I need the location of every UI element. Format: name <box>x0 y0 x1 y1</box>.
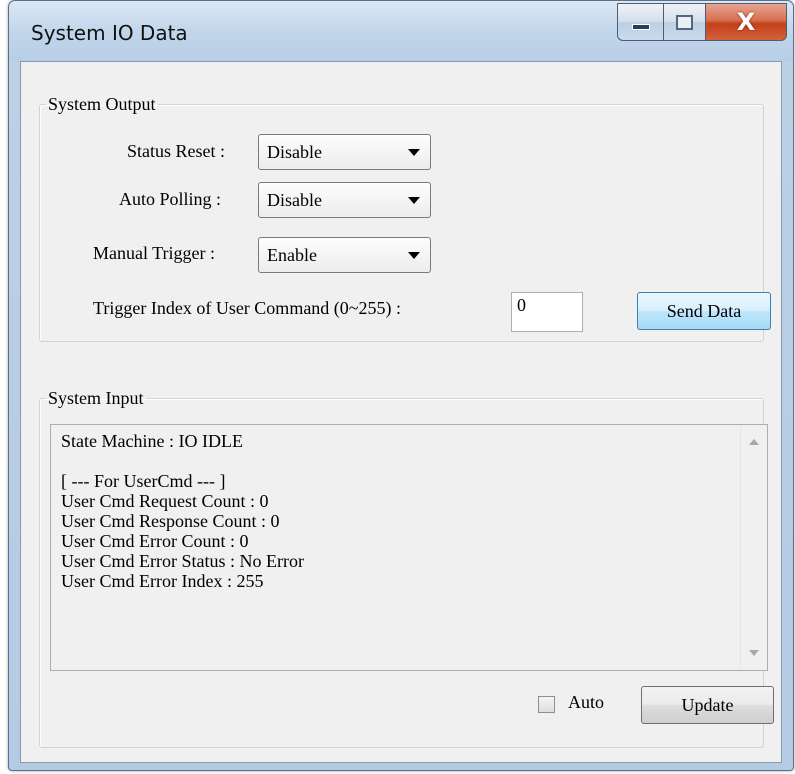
close-button[interactable]: X <box>705 3 787 41</box>
update-button[interactable]: Update <box>641 686 774 724</box>
window-title: System IO Data <box>31 21 188 45</box>
system-input-legend: System Input <box>48 388 144 408</box>
auto-polling-label: Auto Polling : <box>119 189 222 209</box>
dropdown-arrow-icon <box>408 197 420 204</box>
close-icon: X <box>736 8 756 36</box>
vertical-scrollbar[interactable] <box>740 425 767 670</box>
dropdown-arrow-icon <box>408 149 420 156</box>
scroll-down-icon[interactable] <box>749 650 759 656</box>
maximize-button[interactable] <box>663 3 705 41</box>
dropdown-arrow-icon <box>408 252 420 259</box>
auto-polling-value: Disable <box>267 190 322 210</box>
maximize-icon <box>676 14 693 30</box>
minimize-button[interactable] <box>617 3 663 41</box>
manual-trigger-label: Manual Trigger : <box>93 243 216 263</box>
scroll-up-icon[interactable] <box>749 439 759 445</box>
status-reset-value: Disable <box>267 142 322 162</box>
system-io-data-window: System IO Data X System Output Status Re… <box>8 0 794 771</box>
manual-trigger-value: Enable <box>267 245 317 265</box>
status-reset-dropdown[interactable]: Disable <box>258 134 431 170</box>
system-input-text: State Machine : IO IDLE [ --- For UserCm… <box>61 431 304 591</box>
auto-checkbox-label[interactable]: Auto <box>568 692 604 713</box>
send-data-button[interactable]: Send Data <box>637 292 771 330</box>
title-bar[interactable]: System IO Data X <box>9 1 793 61</box>
trigger-index-input[interactable]: 0 <box>511 292 583 332</box>
client-area: System Output Status Reset : Disable Aut… <box>20 61 782 763</box>
system-input-textarea[interactable]: State Machine : IO IDLE [ --- For UserCm… <box>50 424 768 671</box>
manual-trigger-dropdown[interactable]: Enable <box>258 237 431 273</box>
window-controls: X <box>617 3 787 41</box>
auto-checkbox[interactable] <box>538 696 555 713</box>
system-output-legend: System Output <box>48 94 156 114</box>
auto-polling-dropdown[interactable]: Disable <box>258 182 431 218</box>
trigger-index-label: Trigger Index of User Command (0~255) : <box>93 298 402 318</box>
status-reset-label: Status Reset : <box>127 141 225 161</box>
minimize-icon <box>631 24 650 30</box>
